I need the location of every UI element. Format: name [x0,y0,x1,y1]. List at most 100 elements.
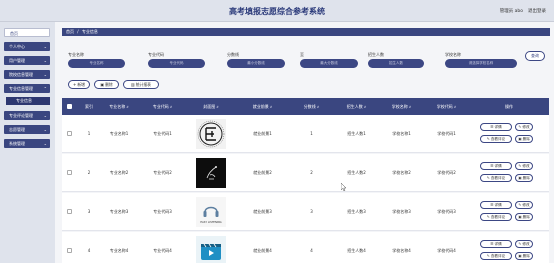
user-label: 管理员 abo [499,9,523,14]
column-header-school[interactable]: 学校名称⇵ [379,98,424,115]
cell-enroll: 招生人数1 [347,131,366,136]
list-icon: ☰ [490,203,494,207]
cell-major-name: 专业名称4 [109,248,129,253]
row-checkbox[interactable] [67,170,72,175]
sort-icon: ⇵ [316,105,320,109]
breadcrumb-current: 专业信息 [81,29,98,34]
column-header-code[interactable]: 专业代码⇵ [139,98,186,115]
breadcrumb-separator: / [77,29,79,34]
add-button[interactable]: +新增 [68,80,90,89]
cell-outlook: 就业前景1 [253,131,272,136]
sidebar-item-profile[interactable]: 个人中心 ⌄ [4,42,50,51]
view-reviews-button[interactable]: ✎查看评论 [480,252,512,260]
table-row: 4 专业名称4 专业代码4 就业前景4 4 招生人数4 学校名称4 学校代码4 … [62,232,549,263]
min-score-input[interactable]: 最小分数线 [227,59,285,68]
school-select[interactable]: 请选择学校名称 [445,59,517,68]
filter-label-school: 学校名称 [445,52,461,57]
view-reviews-button[interactable]: ✎查看评论 [480,135,512,143]
breadcrumb: 首页 / 专业信息 [62,28,550,36]
logout-link[interactable]: 退出登录 [528,8,546,14]
detail-button[interactable]: ☰详情 [480,162,512,170]
sidebar-subitem-major-info[interactable]: 专业信息 [6,97,50,105]
column-header-school-code[interactable]: 学校代码⇵ [424,98,469,115]
sidebar-item-applications[interactable]: 志愿管理 ⌄ [4,125,50,134]
report-button[interactable]: ▥统计报表 [123,80,159,89]
cell-major-code: 专业代码4 [153,248,172,253]
trash-icon: ▣ [518,176,522,180]
breadcrumb-home[interactable]: 首页 [66,29,74,34]
cell-school-code: 学校代码2 [437,170,456,175]
edit-button[interactable]: ✎修改 [515,162,533,170]
view-reviews-button[interactable]: ✎查看评论 [480,174,512,182]
column-header-outlook[interactable]: 就业前景⇵ [236,98,289,115]
sort-icon: ⇵ [269,105,273,109]
table-header: 索引 专业名称⇵ 专业代码⇵ 封面图⇵ 就业前景⇵ 分数线⇵ 招生人数⇵ 学校名… [62,98,549,115]
cell-score: 2 [310,170,313,175]
major-name-input[interactable]: 专业名称 [68,59,125,68]
edit-button[interactable]: ✎修改 [515,240,533,248]
trash-icon: ▣ [100,82,105,87]
edit-button[interactable]: ✎修改 [515,123,533,131]
row-checkbox[interactable] [67,209,72,214]
edit-button[interactable]: ✎修改 [515,201,533,209]
sidebar-item-label: 志愿管理 [9,127,25,132]
cell-school: 学校名称3 [392,209,411,214]
delete-button[interactable]: ▣删除 [515,135,533,143]
cell-major-code: 专业代码3 [153,209,172,214]
filter-label-major-name: 专业名称 [68,52,84,57]
max-score-input[interactable]: 最大分数线 [300,59,358,68]
cover-image-1[interactable] [196,119,226,149]
bulk-delete-button[interactable]: ▣删除 [94,80,119,89]
detail-button[interactable]: ☰详情 [480,123,512,131]
column-header-name[interactable]: 专业名称⇵ [99,98,139,115]
pencil-icon: ✎ [486,137,490,141]
enroll-input[interactable]: 招生人数 [368,59,424,68]
cell-index: 2 [87,170,91,175]
table-row: 3 专业名称3 专业代码3 EASY LISTENING 就业前景3 3 招生人… [62,193,549,231]
cover-image-3[interactable]: EASY LISTENING [196,197,226,227]
filter-label-score: 分数线 [227,52,239,57]
column-header-cover[interactable]: 封面图⇵ [186,98,236,115]
chevron-down-icon: ⌄ [43,141,47,146]
select-all-checkbox[interactable] [67,104,72,109]
app-title: 高考填报志愿综合参考系统 [229,7,325,16]
column-header-score[interactable]: 分数线⇵ [289,98,334,115]
thumb-caption: EASY LISTENING [200,220,221,224]
view-reviews-button[interactable]: ✎查看评论 [480,213,512,221]
cell-outlook: 就业前景3 [253,209,272,214]
column-header-enroll[interactable]: 招生人数⇵ [334,98,379,115]
cell-school: 学校名称4 [392,248,411,253]
sidebar-item-home[interactable]: 首页 [4,28,50,37]
detail-button[interactable]: ☰详情 [480,201,512,209]
main-content: 首页 / 专业信息 专业名称 专业名称 专业代码 专业代码 分数线 最小分数线 … [55,22,554,263]
sidebar-item-users[interactable]: 用户管理 ⌄ [4,56,50,65]
major-code-input[interactable]: 专业代码 [148,59,205,68]
search-button[interactable]: 查询 [525,51,545,61]
delete-button[interactable]: ▣删除 [515,213,533,221]
row-checkbox[interactable] [67,131,72,136]
sort-icon: ⇵ [453,105,457,109]
sidebar-item-label: 首页 [10,31,18,36]
delete-button[interactable]: ▣删除 [515,174,533,182]
sidebar-item-schools[interactable]: 院校信息管理 ⌄ [4,70,50,79]
cell-school: 学校名称2 [392,170,411,175]
chevron-down-icon: ⌄ [43,72,47,77]
sidebar-item-label: 个人中心 [9,44,25,49]
delete-button[interactable]: ▣删除 [515,252,533,260]
pencil-icon: ✎ [518,164,522,168]
detail-button[interactable]: ☰详情 [480,240,512,248]
cell-school-code: 学校代码3 [437,209,456,214]
cell-school-code: 学校代码1 [437,131,456,136]
cover-image-2[interactable] [196,158,226,188]
add-label: 新增 [77,82,85,87]
sidebar-item-reviews[interactable]: 专业评论管理 ⌄ [4,111,50,120]
sidebar-item-system[interactable]: 系统管理 ⌄ [4,139,50,148]
cell-outlook: 就业前景4 [253,248,272,253]
sidebar-item-label: 专业评论管理 [9,113,33,118]
row-checkbox[interactable] [67,248,72,253]
sort-icon: ⇵ [363,105,367,109]
cover-image-4[interactable] [196,236,226,263]
sidebar-item-majors[interactable]: 专业信息管理 ⌃ [4,84,50,93]
pencil-icon: ✎ [518,203,522,207]
chevron-down-icon: ⌄ [43,113,47,118]
